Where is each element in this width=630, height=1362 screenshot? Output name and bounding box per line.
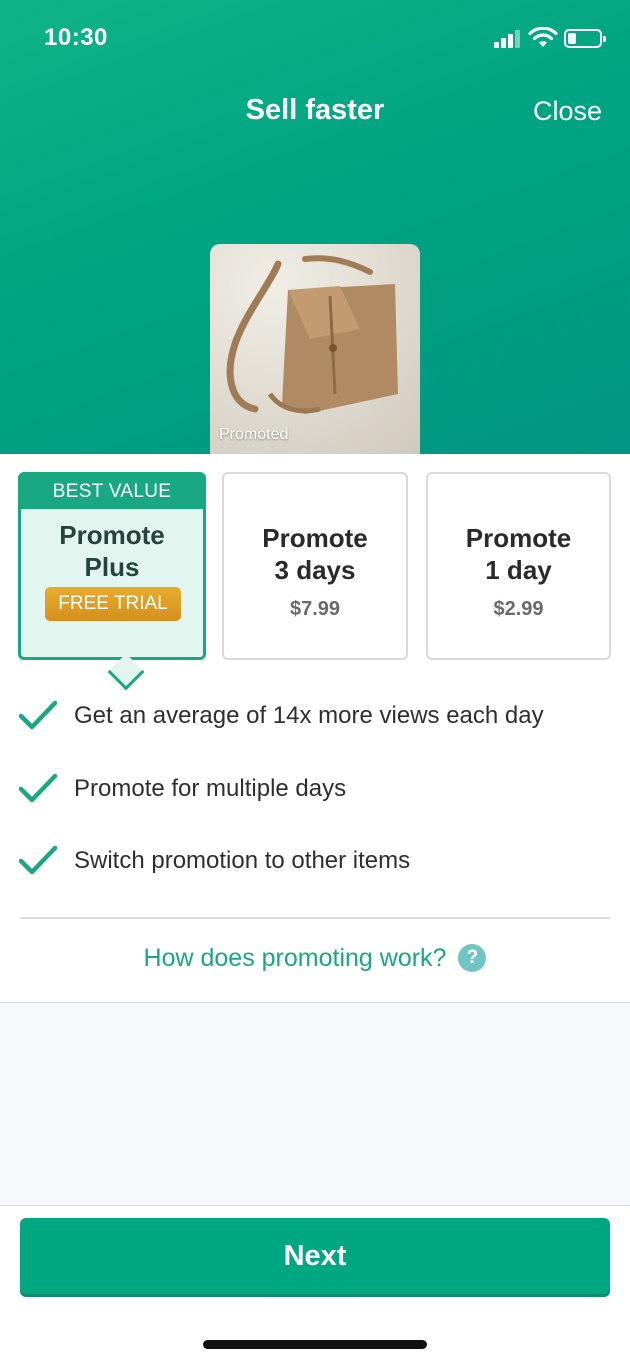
product-thumbnail: Promoted	[210, 244, 420, 454]
plan-name-line1: Promote	[59, 520, 165, 550]
plan-name-line2: Plus	[84, 552, 140, 582]
plan-name: Promote Plus	[21, 519, 203, 583]
plan-name-line2: 3 days	[274, 555, 356, 585]
wifi-icon	[528, 27, 558, 47]
checkmark-icon	[18, 700, 58, 730]
best-value-badge: BEST VALUE	[21, 475, 203, 509]
plan-price: $2.99	[493, 598, 544, 620]
status-time: 10:30	[44, 24, 108, 51]
help-link-text: How does promoting work?	[143, 944, 447, 972]
battery-icon	[564, 29, 606, 48]
question-mark-icon: ?	[458, 944, 487, 972]
cellular-signal-icon	[494, 30, 522, 48]
plan-name-line1: Promote	[262, 523, 368, 553]
free-trial-badge: FREE TRIAL	[45, 587, 181, 621]
plan-selector: BEST VALUE Promote Plus FREE TRIAL Promo…	[0, 472, 630, 691]
plan-name: Promote 3 days	[224, 522, 406, 586]
promoted-badge: Promoted	[219, 426, 289, 443]
status-bar: 10:30	[0, 0, 630, 78]
plan-name: Promote 1 day	[428, 522, 609, 586]
benefit-text: Switch promotion to other items	[74, 847, 411, 874]
benefit-item: Get an average of 14x more views each da…	[18, 694, 618, 744]
plan-promote-1-day[interactable]: Promote 1 day $2.99	[426, 472, 611, 660]
header-hero: 10:30 Sell faster Close Promoted	[0, 0, 630, 454]
how-promoting-works-link[interactable]: How does promoting work??	[0, 944, 630, 973]
home-indicator	[203, 1340, 427, 1349]
plan-name-line2: 1 day	[485, 555, 552, 585]
selection-pointer	[107, 653, 145, 691]
benefit-item: Promote for multiple days	[18, 767, 618, 817]
benefit-item: Switch promotion to other items	[18, 839, 618, 889]
next-button[interactable]: Next	[20, 1218, 610, 1294]
close-button[interactable]: Close	[533, 96, 602, 127]
sell-faster-screen: 10:30 Sell faster Close Promoted BEST VA…	[0, 0, 630, 1362]
checkmark-icon	[18, 845, 58, 875]
plan-promote-3-days[interactable]: Promote 3 days $7.99	[222, 472, 408, 660]
plan-promote-plus[interactable]: BEST VALUE Promote Plus FREE TRIAL	[18, 472, 206, 691]
plan-price: $7.99	[289, 598, 341, 620]
benefit-text: Get an average of 14x more views each da…	[74, 702, 544, 729]
divider	[20, 917, 610, 919]
bag-image	[226, 255, 398, 414]
empty-panel	[0, 1002, 630, 1206]
plan-name-line1: Promote	[465, 523, 572, 553]
benefit-text: Promote for multiple days	[74, 775, 347, 802]
checkmark-icon	[18, 773, 58, 803]
